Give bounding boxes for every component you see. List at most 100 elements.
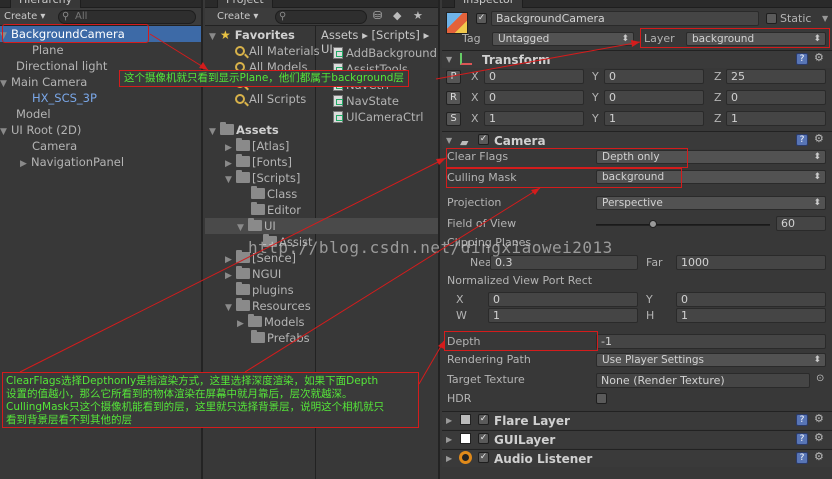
layer-dropdown[interactable]: background (686, 32, 826, 46)
breadcrumb-assets[interactable]: Assets (321, 28, 358, 42)
folder-sence[interactable]: ▶ [Sence] (205, 250, 438, 266)
help-icon[interactable]: ? (796, 452, 808, 464)
hierarchy-item-navigationpanel[interactable]: ▶ NavigationPanel (0, 154, 201, 170)
clear-flags-dropdown[interactable]: Depth only (596, 150, 826, 164)
folder-plugins[interactable]: plugins (205, 282, 438, 298)
hdr-checkbox[interactable] (596, 393, 607, 404)
file-label: UICameraCtrl (346, 110, 424, 124)
gear-icon[interactable]: ⚙ (814, 431, 824, 444)
active-checkbox[interactable]: ✓ (476, 13, 487, 24)
file-navstate[interactable]: NavState (333, 93, 438, 109)
expand-arrow-icon[interactable]: ▼ (446, 55, 452, 64)
hierarchy-item-backgroundcamera[interactable]: ▼ BackgroundCamera (0, 26, 201, 42)
help-icon[interactable]: ? (796, 53, 808, 65)
transform-header[interactable]: Transform (442, 50, 832, 68)
tab-inspector[interactable]: Inspector (454, 0, 524, 8)
hierarchy-item-plane[interactable]: Plane (0, 42, 201, 58)
help-icon[interactable]: ? (796, 433, 808, 445)
folder-fonts[interactable]: ▶ [Fonts] (205, 154, 438, 170)
static-checkbox[interactable] (766, 13, 777, 24)
fov-field[interactable]: 60 (776, 216, 826, 231)
position-z-field[interactable]: 25 (726, 69, 826, 84)
folder-atlas[interactable]: ▶ [Atlas] (205, 138, 438, 154)
filter-type-icon[interactable]: ⛁ (373, 9, 382, 22)
hierarchy-item-ui-root[interactable]: ▼ UI Root (2D) (0, 122, 201, 138)
file-addbackground[interactable]: AddBackground (333, 45, 438, 61)
scale-z-field[interactable]: 1 (726, 111, 826, 126)
fov-slider-knob[interactable] (649, 220, 658, 228)
rendering-path-dropdown[interactable]: Use Player Settings (596, 353, 826, 367)
folder-assist[interactable]: Assist (205, 234, 438, 250)
gui-layer-header[interactable]: GUILayer (442, 430, 832, 448)
gui-layer-checkbox[interactable]: ✓ (478, 433, 489, 444)
static-dropdown-icon[interactable]: ▼ (822, 14, 828, 23)
project-create-button[interactable]: Create ▾ (217, 10, 258, 23)
breadcrumb-ui[interactable]: UI (321, 42, 333, 56)
expand-arrow-icon[interactable]: ▼ (446, 136, 452, 145)
gear-icon[interactable]: ⚙ (814, 51, 824, 64)
folder-class[interactable]: Class (205, 186, 438, 202)
object-picker-icon[interactable]: ⊙ (816, 373, 824, 384)
rotation-z-field[interactable]: 0 (726, 90, 826, 105)
near-field[interactable]: 0.3 (490, 255, 638, 270)
gear-icon[interactable]: ⚙ (814, 132, 824, 145)
expand-arrow-icon[interactable]: ▶ (446, 454, 452, 463)
project-search-input[interactable]: ⚲ (275, 10, 367, 24)
hierarchy-create-button[interactable]: Create ▾ (4, 10, 45, 23)
folder-ui[interactable]: ▼ UI (205, 218, 438, 234)
folder-editor[interactable]: Editor (205, 202, 438, 218)
tab-hierarchy[interactable]: Hierarchy (10, 0, 82, 8)
flare-layer-checkbox[interactable]: ✓ (478, 414, 489, 425)
position-y-field[interactable]: 0 (604, 69, 704, 84)
file-uicameractrl[interactable]: UICameraCtrl (333, 109, 438, 125)
audio-listener-header[interactable]: Audio Listener (442, 449, 832, 467)
far-field[interactable]: 1000 (676, 255, 826, 270)
hierarchy-item-camera[interactable]: Camera (0, 138, 201, 154)
folder-icon (236, 282, 250, 295)
gear-icon[interactable]: ⚙ (814, 450, 824, 463)
tab-project[interactable]: Project (217, 0, 273, 8)
depth-field[interactable]: -1 (596, 334, 826, 349)
rotation-x-field[interactable]: 0 (484, 90, 584, 105)
collapse-arrow-icon[interactable]: ▶ (20, 156, 31, 172)
folder-scripts[interactable]: ▼ [Scripts] (205, 170, 438, 186)
hierarchy-item-hx-scs-3p[interactable]: HX_SCS_3P (0, 90, 201, 106)
expand-arrow-icon[interactable]: ▶ (446, 416, 452, 425)
folder-models[interactable]: ▶ Models (205, 314, 438, 330)
folder-label: Assist (279, 235, 313, 249)
expand-arrow-icon[interactable]: ▶ (446, 435, 452, 444)
gear-icon[interactable]: ⚙ (814, 412, 824, 425)
fov-slider-track[interactable] (596, 224, 770, 226)
help-icon[interactable]: ? (796, 134, 808, 146)
rotation-button[interactable]: R (446, 91, 461, 105)
scale-x-field[interactable]: 1 (484, 111, 584, 126)
camera-enabled-checkbox[interactable]: ✓ (478, 134, 489, 145)
folder-ngui[interactable]: ▶ NGUI (205, 266, 438, 282)
filter-label-icon[interactable]: ◆ (393, 9, 401, 22)
hierarchy-item-model[interactable]: Model (0, 106, 201, 122)
target-texture-field[interactable]: None (Render Texture) (596, 373, 810, 388)
scale-y-field[interactable]: 1 (604, 111, 704, 126)
transform-axis-icon (460, 53, 472, 65)
camera-header[interactable]: Camera (442, 131, 832, 149)
audio-listener-checkbox[interactable]: ✓ (478, 452, 489, 463)
tag-dropdown[interactable]: Untagged (492, 32, 634, 46)
object-name-field[interactable]: BackgroundCamera (491, 11, 759, 26)
breadcrumb-scripts[interactable]: [Scripts] (372, 28, 420, 42)
position-button[interactable]: P (446, 70, 461, 84)
flare-layer-header[interactable]: Flare Layer (442, 411, 832, 429)
scale-button[interactable]: S (446, 112, 461, 126)
hierarchy-search-input[interactable]: ⚲ All (58, 10, 196, 24)
viewport-y-field[interactable]: 0 (676, 292, 826, 307)
favorite-star-icon[interactable]: ★ (413, 9, 423, 22)
folder-prefabs[interactable]: Prefabs (205, 330, 438, 346)
rotation-y-field[interactable]: 0 (604, 90, 704, 105)
folder-resources[interactable]: ▼ Resources (205, 298, 438, 314)
viewport-w-field[interactable]: 1 (488, 308, 638, 323)
viewport-x-field[interactable]: 0 (488, 292, 638, 307)
position-x-field[interactable]: 0 (484, 69, 584, 84)
help-icon[interactable]: ? (796, 414, 808, 426)
culling-mask-dropdown[interactable]: background (596, 170, 826, 184)
viewport-h-field[interactable]: 1 (676, 308, 826, 323)
projection-dropdown[interactable]: Perspective (596, 196, 826, 210)
